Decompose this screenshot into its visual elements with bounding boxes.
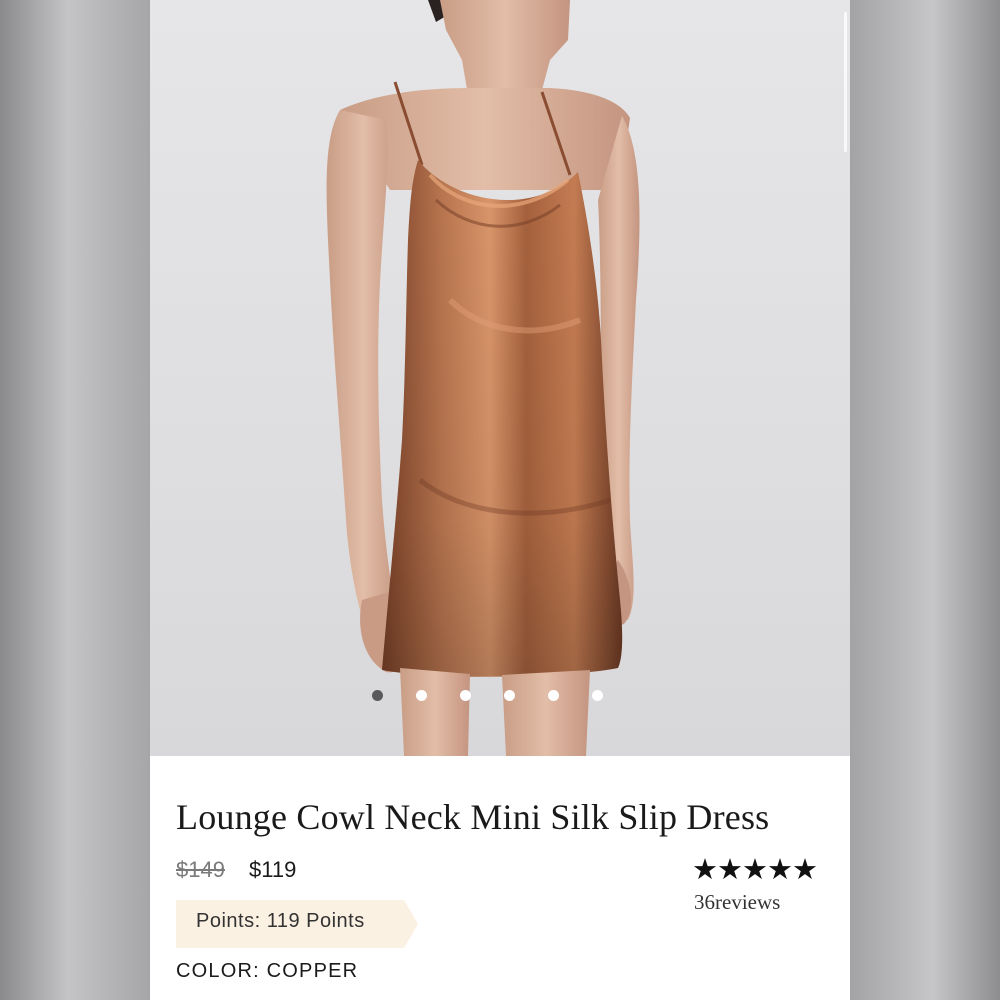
scroll-indicator (844, 12, 847, 152)
sale-price: $119 (249, 857, 297, 882)
color-selector-label: COLOR: COPPER (176, 960, 358, 983)
carousel-dot-5[interactable] (548, 690, 559, 701)
product-page: Lounge Cowl Neck Mini Silk Slip Dress $1… (150, 0, 850, 1000)
original-price: $149 (176, 857, 225, 882)
carousel-dot-2[interactable] (416, 690, 427, 701)
points-text: Points: 119 Points (196, 910, 365, 932)
carousel-pagination (150, 690, 850, 702)
background-right-border (850, 0, 1000, 1000)
carousel-dot-6[interactable] (592, 690, 603, 701)
product-photo (326, 0, 640, 756)
rating-stars[interactable]: ★★★★★ (692, 852, 818, 886)
reviews-link[interactable]: 36reviews (694, 890, 780, 915)
color-value: COPPER (266, 960, 359, 982)
points-badge: Points: 119 Points (176, 900, 418, 948)
carousel-dot-3[interactable] (460, 690, 471, 701)
product-title: Lounge Cowl Neck Mini Silk Slip Dress (176, 797, 770, 837)
product-image-carousel[interactable] (150, 0, 850, 756)
color-label: COLOR: (176, 960, 260, 982)
carousel-dot-4[interactable] (504, 690, 515, 701)
carousel-dot-1[interactable] (372, 690, 383, 701)
background-left-border (0, 0, 150, 1000)
